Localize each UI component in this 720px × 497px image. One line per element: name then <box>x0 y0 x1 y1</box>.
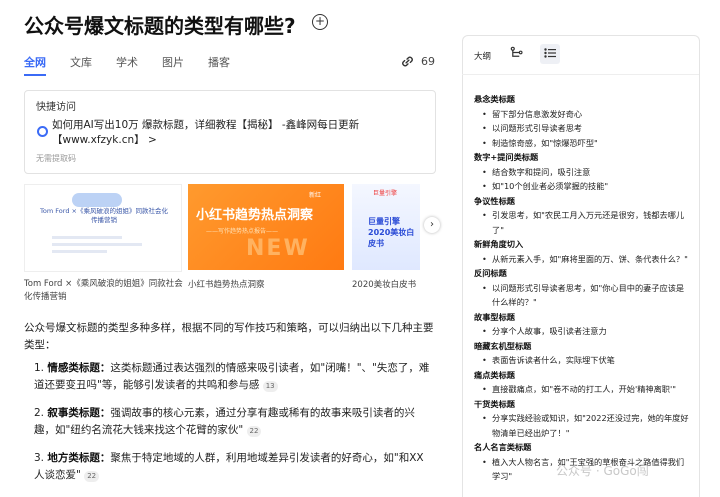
outline-point[interactable]: 分享实践经验或知识，如"2022还没过完，她的年度好物清单已经出炉了！" <box>474 411 690 440</box>
outline-point[interactable]: 直接戳痛点，如"卷不动的打工人，开始'精神离职'" <box>474 382 690 397</box>
outline-heading[interactable]: 争议性标题 <box>474 194 690 209</box>
thumbnail-xiaohongshu-sub: ——写作趋势热点报告—— <box>206 228 279 235</box>
thumbnail-caption[interactable]: 小红书趋势热点洞察 <box>188 278 265 290</box>
list-item: 2. 叙事类标题：强调故事的核心元素，通过分享有趣或稀有的故事来吸引读者的兴趣，… <box>34 405 430 439</box>
thumbnail-caption[interactable]: Tom Ford ×《乘风破浪的姐姐》同款社会化传播营销 <box>24 278 184 304</box>
tab-podcast[interactable]: 播客 <box>208 54 230 70</box>
quick-access-label: 快捷访问 <box>36 102 76 113</box>
outline-heading[interactable]: 暗藏玄机型标题 <box>474 339 690 354</box>
link-bullet-icon <box>37 126 48 137</box>
thumbnail-tomford-lines <box>52 236 142 253</box>
outline-point[interactable]: 引发思考，如"农民工月入万元还是很穷，钱都去哪儿了" <box>474 208 690 237</box>
citation-badge[interactable]: 22 <box>246 426 262 437</box>
watermark: 公众号 · GoGo闯 <box>556 464 649 478</box>
thumbnail-caption[interactable]: 2020美妆白皮书 <box>352 278 416 290</box>
chevron-right-icon[interactable]: › <box>424 217 440 233</box>
list-item: 1. 情感类标题：这类标题通过表达强烈的情感来吸引读者，如"闭嘴！"、"失恋了，… <box>34 360 430 394</box>
outline-heading[interactable]: 故事型标题 <box>474 310 690 325</box>
outline-point[interactable]: 以问题形式引导读者思考，如"你心目中的妻子应该是什么样的？" <box>474 281 690 310</box>
tab-academic[interactable]: 学术 <box>116 54 138 70</box>
outline-heading[interactable]: 名人名言类标题 <box>474 440 690 455</box>
active-tab-indicator <box>24 74 46 76</box>
outline-heading[interactable]: 悬念类标题 <box>474 92 690 107</box>
outline-heading[interactable]: 反问标题 <box>474 266 690 281</box>
quick-access-link[interactable]: 如何用AI写出10万 爆款标题，详细教程【揭秘】 -鑫峰网每日更新【www.xf… <box>52 118 424 148</box>
outline-heading[interactable]: 数字+提问类标题 <box>474 150 690 165</box>
cloud-graphic <box>72 193 122 207</box>
outline-heading[interactable]: 痛点类标题 <box>474 368 690 383</box>
tab-images[interactable]: 图片 <box>162 54 184 70</box>
outline-point[interactable]: 结合数字和提问，吸引注意 <box>474 165 690 180</box>
list-number: 2. <box>34 407 45 419</box>
outline-point[interactable]: 以问题形式引导读者思考 <box>474 121 690 136</box>
list-icon[interactable] <box>540 44 560 64</box>
thumbnail-xiaohongshu-badge: 新红 <box>309 192 322 199</box>
outline-heading[interactable]: 干货类标题 <box>474 397 690 412</box>
tab-all[interactable]: 全网 <box>24 54 46 70</box>
thumbnail-tomford-text: Tom Ford ×《乘风破浪的姐姐》同款社会化传播营销 <box>40 207 168 224</box>
quick-access-footer: 无需提取码 <box>36 154 76 163</box>
outline-list: 悬念类标题留下部分信息激发好奇心以问题形式引导读者思考制造惊奇感，如"惊爆恐吓型… <box>474 92 690 484</box>
list-item-heading: 叙事类标题： <box>47 407 111 419</box>
tab-bar: 全网 文库 学术 图片 播客 <box>24 54 254 70</box>
outline-point[interactable]: 如"10个创业者必须掌握的技能" <box>474 179 690 194</box>
list-item-heading: 地方类标题： <box>47 452 111 464</box>
outline-point[interactable]: 制造惊奇感，如"惊爆恐吓型" <box>474 136 690 151</box>
thumbnail-xiaohongshu-new: NEW <box>246 236 310 261</box>
divider <box>462 74 699 75</box>
tab-library[interactable]: 文库 <box>70 54 92 70</box>
list-number: 1. <box>34 362 45 374</box>
outline-point[interactable]: 留下部分信息激发好奇心 <box>474 107 690 122</box>
outline-point[interactable]: 表面告诉读者什么，实际埋下伏笔 <box>474 353 690 368</box>
thumbnail-xiaohongshu-title: 小红书趋势热点洞察 <box>196 208 314 223</box>
outline-point[interactable]: 分享个人故事，吸引读者注意力 <box>474 324 690 339</box>
plus-circle-icon[interactable]: + <box>312 14 328 30</box>
outline-heading[interactable]: 新鲜角度切入 <box>474 237 690 252</box>
intro-paragraph: 公众号爆文标题的类型多种多样，根据不同的写作技巧和策略，可以归纳出以下几种主要类… <box>24 322 434 351</box>
source-count[interactable]: 69 <box>421 55 435 68</box>
outline-title[interactable]: 大纲 <box>474 50 491 62</box>
list-item: 3. 地方类标题：聚焦于特定地域的人群，利用地域差异引发读者的好奇心，如"和XX… <box>34 450 430 484</box>
citation-badge[interactable]: 22 <box>84 471 100 482</box>
thumbnail-beauty-logo: 巨量引擎 <box>373 190 398 197</box>
list-item-heading: 情感类标题： <box>47 362 111 374</box>
thumbnail-beauty-title: 巨量引擎 2020美妆白皮书 <box>368 217 415 248</box>
mindmap-icon[interactable] <box>510 46 523 62</box>
link-icon[interactable] <box>400 54 415 73</box>
list-number: 3. <box>34 452 45 464</box>
outline-point[interactable]: 从新元素入手，如"麻将里面的万、饼、条代表什么？" <box>474 252 690 267</box>
citation-badge[interactable]: 13 <box>262 381 278 392</box>
page-title: 公众号爆文标题的类型有哪些? <box>24 14 296 38</box>
